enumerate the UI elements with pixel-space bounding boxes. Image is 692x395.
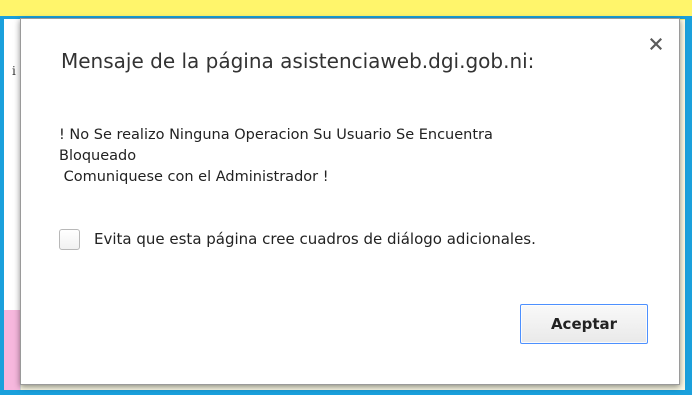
close-icon <box>650 38 662 50</box>
message-line-2: Bloqueado <box>59 148 137 164</box>
suppress-dialogs-option[interactable]: Evita que esta página cree cuadros de di… <box>59 225 536 253</box>
page-edge-glyph: i <box>12 64 16 78</box>
close-button[interactable] <box>645 33 667 55</box>
accept-button[interactable]: Aceptar <box>520 304 648 344</box>
dialog-message: ! No Se realizo Ninguna Operacion Su Usu… <box>59 125 659 188</box>
page-frame-left <box>0 18 4 395</box>
message-line-1: ! No Se realizo Ninguna Operacion Su Usu… <box>59 127 493 143</box>
suppress-dialogs-checkbox[interactable] <box>59 228 80 250</box>
page-pink-accent <box>4 310 20 390</box>
page-frame-right <box>685 16 692 395</box>
alert-dialog: Mensaje de la página asistenciaweb.dgi.g… <box>20 18 680 385</box>
message-line-3: Comuniquese con el Administrador ! <box>59 169 329 185</box>
dialog-title: Mensaje de la página asistenciaweb.dgi.g… <box>61 49 535 73</box>
page-frame-bottom <box>0 390 692 395</box>
suppress-dialogs-label[interactable]: Evita que esta página cree cuadros de di… <box>94 230 536 248</box>
